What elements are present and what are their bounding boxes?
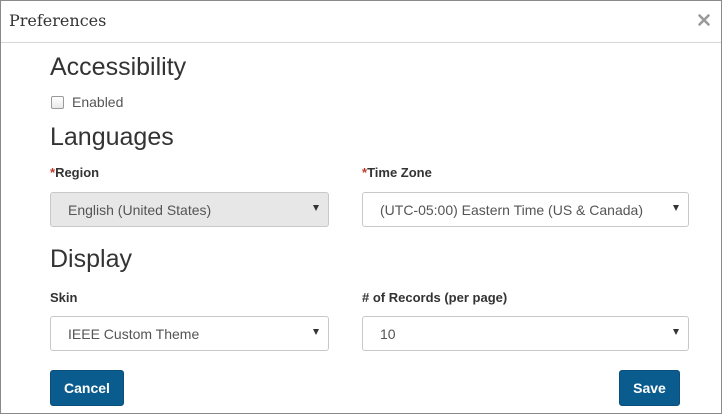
chevron-down-icon <box>313 329 319 335</box>
chevron-down-icon <box>313 205 319 211</box>
skin-select-value: IEEE Custom Theme <box>68 326 200 342</box>
region-select-value: English (United States) <box>68 202 212 218</box>
skin-label: Skin <box>50 290 78 305</box>
skin-select[interactable]: IEEE Custom Theme <box>50 316 329 351</box>
records-per-page-select[interactable]: 10 <box>362 316 689 351</box>
records-per-page-label: # of Records (per page) <box>362 290 508 305</box>
region-label: *Region <box>50 165 99 180</box>
accessibility-heading: Accessibility <box>50 53 187 81</box>
time-zone-select[interactable]: (UTC-05:00) Eastern Time (US & Canada) <box>362 192 689 227</box>
accessibility-enabled-row: Enabled <box>51 94 123 110</box>
languages-heading: Languages <box>50 123 174 151</box>
close-icon[interactable] <box>695 11 713 29</box>
dialog-titlebar: Preferences <box>1 1 721 43</box>
dialog-title: Preferences <box>9 11 107 30</box>
records-per-page-select-value: 10 <box>380 326 396 342</box>
chevron-down-icon <box>673 205 679 211</box>
cancel-button[interactable]: Cancel <box>50 370 124 406</box>
chevron-down-icon <box>673 329 679 335</box>
preferences-dialog: Preferences Accessibility Enabled Langua… <box>0 0 722 414</box>
time-zone-select-value: (UTC-05:00) Eastern Time (US & Canada) <box>380 202 643 218</box>
time-zone-label: *Time Zone <box>362 165 432 180</box>
time-zone-label-text: Time Zone <box>367 165 432 180</box>
enabled-checkbox[interactable] <box>51 95 64 109</box>
display-heading: Display <box>50 245 132 273</box>
enabled-checkbox-label[interactable]: Enabled <box>72 94 123 110</box>
save-button[interactable]: Save <box>619 370 680 406</box>
region-select: English (United States) <box>50 192 329 227</box>
region-label-text: Region <box>55 165 100 180</box>
